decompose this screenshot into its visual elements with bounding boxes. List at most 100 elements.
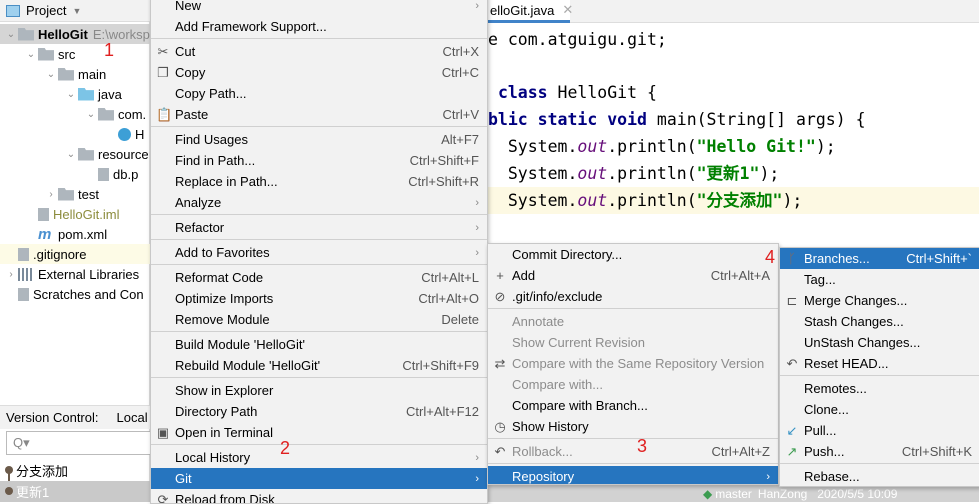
tree-item-label: test [78, 187, 99, 202]
menu-item-remotes[interactable]: Remotes... [780, 378, 979, 399]
menu-item-shortcut: Ctrl+Shift+F [410, 153, 479, 168]
chevron-down-icon[interactable]: ▼ [72, 6, 81, 16]
menu-item-add-to-favorites[interactable]: Add to Favorites› [151, 242, 487, 263]
menu-item-compare-with[interactable]: Compare with... [488, 374, 778, 395]
tree-item[interactable]: ⌄resource [0, 144, 150, 164]
menu-item-rollback[interactable]: ↶Rollback...Ctrl+Alt+Z [488, 441, 778, 462]
merge-icon: ⊏ [785, 293, 799, 309]
tree-item[interactable]: db.p [0, 164, 150, 184]
menu-item-label: Rollback... [512, 444, 701, 459]
menu-item-reset-head[interactable]: ↶Reset HEAD... [780, 353, 979, 374]
code-line: blic static void main(String[] args) { [488, 106, 979, 133]
menu-item-label: Optimize Imports [175, 291, 408, 306]
menu-item-rebase[interactable]: Rebase... [780, 466, 979, 487]
menu-item-add[interactable]: +AddCtrl+Alt+A [488, 265, 778, 286]
menu-item-reformat-code[interactable]: Reformat CodeCtrl+Alt+L [151, 267, 487, 288]
tree-item[interactable]: mpom.xml [0, 224, 150, 244]
tree-item[interactable]: .gitignore [0, 244, 150, 264]
menu-item-shortcut: Delete [441, 312, 479, 327]
menu-item-repository[interactable]: Repository› [488, 466, 778, 485]
menu-item-git[interactable]: Git› [151, 468, 487, 489]
menu-item-label: New [175, 0, 467, 13]
menu-item-commit-directory[interactable]: Commit Directory... [488, 244, 778, 265]
menu-item-annotate[interactable]: Annotate [488, 311, 778, 332]
code-token: ); [816, 137, 836, 156]
menu-item-merge-changes[interactable]: ⊏Merge Changes... [780, 290, 979, 311]
menu-item-build-module-hellogit[interactable]: Build Module 'HelloGit' [151, 334, 487, 355]
menu-item-label: Show Current Revision [512, 335, 770, 350]
chevron-down-icon[interactable]: ⌄ [44, 69, 58, 80]
menu-item-find-in-path[interactable]: Find in Path...Ctrl+Shift+F [151, 150, 487, 171]
menu-item-git-info-exclude[interactable]: ⊘.git/info/exclude [488, 286, 778, 307]
menu-item-replace-in-path[interactable]: Replace in Path...Ctrl+Shift+R [151, 171, 487, 192]
menu-item-tag[interactable]: Tag... [780, 269, 979, 290]
menu-item-shortcut: Ctrl+Alt+Z [711, 444, 770, 459]
tree-item[interactable]: ⌄ main [0, 64, 150, 84]
menu-item-label: Push... [804, 444, 892, 459]
tree-item-label: External Libraries [38, 267, 139, 282]
log-commit-row[interactable]: 分支添加 [0, 460, 150, 481]
project-panel: Project ▼ ⌄HelloGitE:\worksp⌄src⌄main⌄ja… [0, 0, 150, 502]
menu-item-optimize-imports[interactable]: Optimize ImportsCtrl+Alt+O [151, 288, 487, 309]
code-token: out [577, 191, 607, 210]
tree-item[interactable]: ⌄com. [0, 104, 150, 124]
chevron-down-icon[interactable]: ⌄ [64, 149, 78, 160]
chevron-right-icon[interactable]: › [4, 269, 18, 280]
menu-item-clone[interactable]: Clone... [780, 399, 979, 420]
menu-item-remove-module[interactable]: Remove ModuleDelete [151, 309, 487, 330]
menu-item-new[interactable]: New› [151, 0, 487, 16]
menu-item-show-in-explorer[interactable]: Show in Explorer [151, 380, 487, 401]
tree-item[interactable]: › External Libraries [0, 264, 150, 284]
code-token: out [577, 137, 607, 156]
menu-item-push[interactable]: ↗Push...Ctrl+Shift+K [780, 441, 979, 462]
chevron-down-icon[interactable]: ⌄ [4, 29, 18, 40]
menu-item-cut[interactable]: ✂CutCtrl+X [151, 41, 487, 62]
menu-item-label: UnStash Changes... [804, 335, 972, 350]
tree-item[interactable]: ⌄src [0, 44, 150, 64]
menu-item-unstash-changes[interactable]: UnStash Changes... [780, 332, 979, 353]
menu-item-shortcut: Ctrl+Alt+L [421, 270, 479, 285]
chevron-down-icon[interactable]: ⌄ [84, 109, 98, 120]
tree-item[interactable]: ⌄HelloGitE:\worksp [0, 24, 150, 44]
menu-item-paste[interactable]: 📋PasteCtrl+V [151, 104, 487, 125]
tree-item[interactable]: Scratches and Con [0, 284, 150, 304]
menu-item-open-in-terminal[interactable]: ▣Open in Terminal [151, 422, 487, 443]
tree-item[interactable]: ⌄java [0, 84, 150, 104]
menu-item-show-current-revision[interactable]: Show Current Revision [488, 332, 778, 353]
tab-local[interactable]: Local [117, 410, 148, 425]
menu-item-directory-path[interactable]: Directory PathCtrl+Alt+F12 [151, 401, 487, 422]
menu-item-show-history[interactable]: ◷Show History [488, 416, 778, 437]
menu-item-branches[interactable]: ᚴBranches...Ctrl+Shift+` [780, 248, 979, 269]
tree-item[interactable]: HelloGit.iml [0, 204, 150, 224]
chevron-down-icon[interactable]: ⌄ [64, 89, 78, 100]
close-icon[interactable]: ✕ [562, 2, 573, 18]
tree-item[interactable]: H [0, 124, 150, 144]
menu-item-pull[interactable]: ↙Pull... [780, 420, 979, 441]
menu-item-label: Clone... [804, 402, 972, 417]
library-icon [18, 268, 34, 281]
menu-item-refactor[interactable]: Refactor› [151, 217, 487, 238]
menu-item-copy-path[interactable]: Copy Path... [151, 83, 487, 104]
project-panel-header[interactable]: Project ▼ [0, 0, 150, 22]
menu-item-compare-with-the-same-repository-version[interactable]: ⇄Compare with the Same Repository Versio… [488, 353, 778, 374]
tab-hellogit-java[interactable]: elloGit.java ✕ [488, 0, 570, 23]
menu-item-copy[interactable]: ❐CopyCtrl+C [151, 62, 487, 83]
menu-item-stash-changes[interactable]: Stash Changes... [780, 311, 979, 332]
tree-item-label: main [78, 67, 106, 82]
menu-item-rebuild-module-hellogit[interactable]: Rebuild Module 'HelloGit'Ctrl+Shift+F9 [151, 355, 487, 376]
menu-item-find-usages[interactable]: Find UsagesAlt+F7 [151, 129, 487, 150]
code-token: e com.atguigu.git; [488, 30, 667, 49]
status-branch: master [715, 487, 752, 501]
log-commit-row[interactable]: 更新1 [0, 481, 150, 502]
chevron-down-icon[interactable]: ⌄ [24, 49, 38, 60]
menu-item-local-history[interactable]: Local History› [151, 447, 487, 468]
ignored-file-icon [18, 248, 29, 261]
menu-item-analyze[interactable]: Analyze› [151, 192, 487, 213]
menu-item-compare-with-branch[interactable]: Compare with Branch... [488, 395, 778, 416]
menu-item-label: Pull... [804, 423, 972, 438]
vcs-log-search-input[interactable]: Q▾ [6, 431, 152, 455]
chevron-right-icon[interactable]: › [44, 189, 58, 200]
menu-item-add-framework-support[interactable]: Add Framework Support... [151, 16, 487, 37]
tree-item[interactable]: › test [0, 184, 150, 204]
menu-item-shortcut: Ctrl+Alt+A [711, 268, 770, 283]
